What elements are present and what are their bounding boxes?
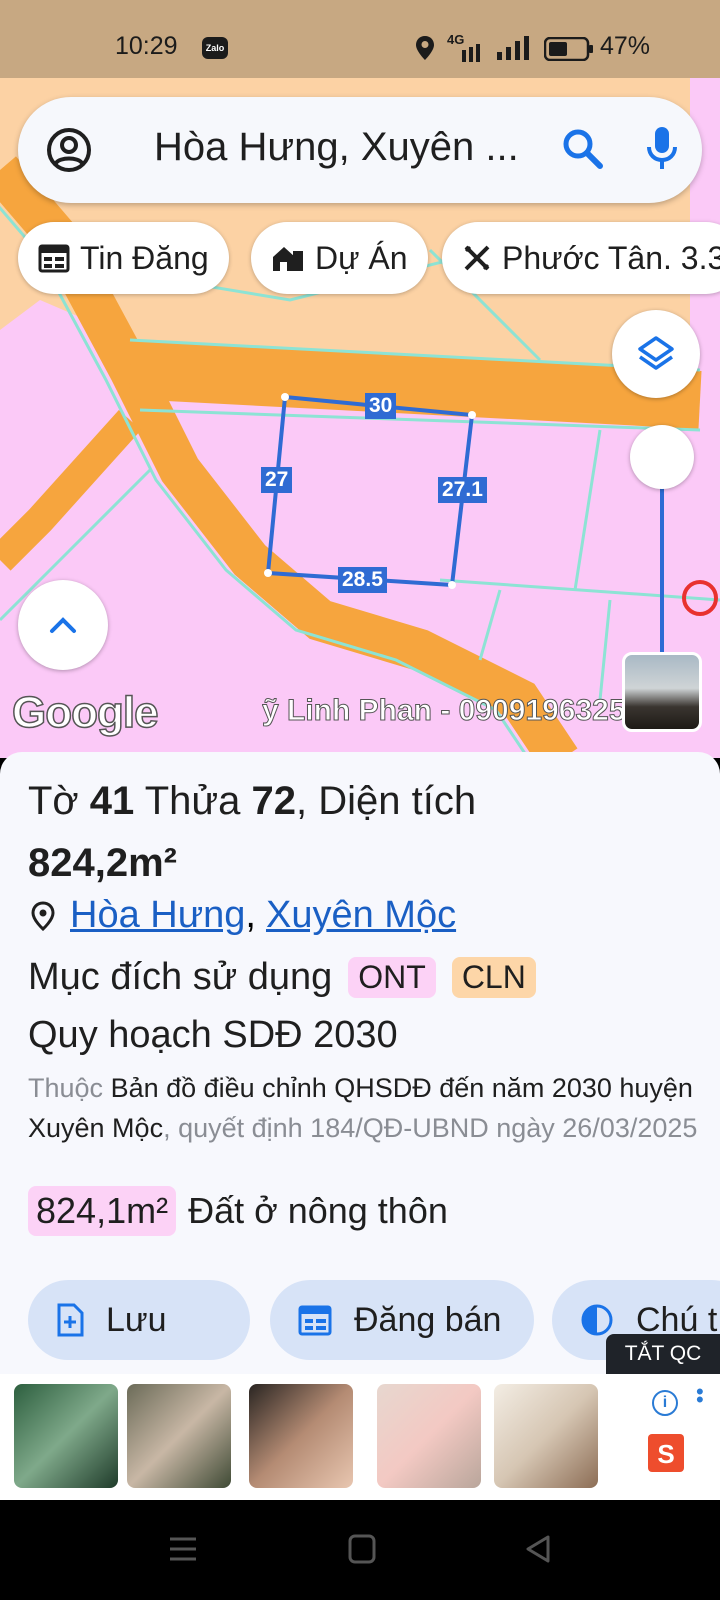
parcel-edge-left: 27 (261, 467, 293, 493)
layers-button[interactable] (612, 310, 700, 398)
project-building-icon (273, 247, 303, 271)
layers-icon (638, 336, 674, 370)
search-icon[interactable] (561, 127, 605, 171)
shopee-bag-icon[interactable]: S (648, 1434, 684, 1472)
parcel-edge-top: 30 (365, 393, 397, 419)
desc-decision: , quyết định 184/QĐ-UBND ngày 26/03/2025 (163, 1113, 698, 1143)
ad-image-pajamas[interactable] (377, 1384, 481, 1488)
parcel-info-sheet: Tờ 41 Thửa 72, Diện tích 824,2m² Hòa Hưn… (0, 752, 720, 1500)
chevron-up-icon (50, 617, 76, 633)
back-icon[interactable] (524, 1534, 552, 1564)
chip-projects-label: Dự Án (315, 239, 408, 276)
parcel-edge-bottom: 28.5 (338, 567, 387, 593)
search-bar[interactable]: Hòa Hưng, Xuyên ... (18, 97, 702, 203)
parcel-edge-right: 27.1 (438, 477, 487, 503)
system-nav-bar (0, 1500, 720, 1600)
sheet-label: Tờ (28, 779, 79, 823)
ruler-pencil-icon (464, 245, 490, 271)
chip-listings[interactable]: Tin Đăng (18, 222, 229, 294)
land-type-row: 824,1m² Đất ở nông thôn (28, 1186, 448, 1236)
signal-4g-icon (462, 44, 480, 62)
ad-info-icon[interactable]: i (652, 1390, 678, 1416)
plan-description: Thuộc Bản đồ điều chỉnh QHSDĐ đến năm 20… (28, 1068, 698, 1148)
ward-link[interactable]: Hòa Hưng (70, 894, 245, 937)
chip-listings-label: Tin Đăng (80, 239, 209, 276)
parcel-location: Hòa Hưng, Xuyên Mộc (30, 894, 456, 937)
expand-sheet-button[interactable] (18, 580, 108, 670)
save-button[interactable]: Lưu (28, 1280, 250, 1360)
land-area-badge: 824,1m² (28, 1186, 177, 1236)
location-separator: , (245, 894, 256, 936)
parcel-number-label: Thửa (144, 779, 241, 823)
chip-measure-label: Phước Tân. 3.3 (502, 239, 720, 276)
land-use-purpose: Mục đích sử dụng ONT CLN (28, 956, 536, 999)
plan-title: Quy hoạch SDĐ 2030 (28, 1014, 398, 1056)
contrast-icon (581, 1304, 613, 1336)
microphone-icon[interactable] (646, 125, 678, 173)
post-sale-button-label: Đăng bán (354, 1300, 502, 1339)
area-label: , Diện tích (296, 779, 477, 823)
chip-projects[interactable]: Dự Án (251, 222, 428, 294)
ad-image-letter[interactable] (494, 1384, 598, 1488)
district-link[interactable]: Xuyên Mộc (266, 894, 456, 937)
opacity-slider-handle[interactable] (630, 425, 694, 489)
menu-icon[interactable] (168, 1534, 198, 1564)
battery-percent: 47% (600, 32, 651, 60)
google-logo: Google (11, 687, 159, 738)
land-type-label: Đất ở nông thôn (188, 1190, 448, 1231)
signal-icon (497, 36, 529, 60)
tag-cln: CLN (451, 957, 536, 998)
save-button-label: Lưu (106, 1300, 167, 1339)
home-icon[interactable] (348, 1534, 376, 1564)
post-sale-button[interactable]: Đăng bán (270, 1280, 534, 1360)
parcel-title: Tờ 41 Thửa 72, Diện tích 824,2m² (28, 770, 708, 894)
sheet-number: 41 (89, 779, 135, 823)
purpose-label: Mục đích sử dụng (28, 956, 333, 998)
desc-prefix: Thuộc (28, 1073, 104, 1103)
ad-image-circuit-board[interactable] (14, 1384, 118, 1488)
ad-banner[interactable]: i • • S (0, 1374, 720, 1500)
save-doc-icon (57, 1303, 84, 1337)
zalo-notification-icon: Zalo (202, 37, 228, 59)
map-watermark: ỹ Linh Phan - 0909196325 (262, 694, 622, 728)
location-pin-icon (31, 900, 55, 931)
search-input[interactable]: Hòa Hưng, Xuyên ... (154, 125, 554, 170)
status-time: 10:29 (115, 32, 178, 60)
location-icon (416, 36, 434, 60)
ad-more-icon[interactable]: • • (696, 1381, 704, 1411)
account-icon[interactable] (46, 127, 92, 173)
opacity-slider-track[interactable] (660, 488, 664, 658)
ad-image-earrings[interactable] (249, 1384, 353, 1488)
listing-icon (38, 244, 70, 273)
parcel-area: 824,2m² (28, 841, 177, 885)
battery-icon (544, 37, 593, 61)
post-sale-icon (298, 1305, 332, 1336)
close-ad-button[interactable]: TẮT QC (606, 1334, 720, 1374)
street-view-thumbnail[interactable] (622, 652, 702, 732)
parcel-number: 72 (251, 779, 297, 823)
ad-image-product-woman[interactable] (127, 1384, 231, 1488)
status-bar: 10:29 Zalo 4G 47% (0, 0, 720, 78)
chip-measure[interactable]: Phước Tân. 3.3 (442, 222, 720, 294)
tag-ont: ONT (348, 957, 436, 998)
